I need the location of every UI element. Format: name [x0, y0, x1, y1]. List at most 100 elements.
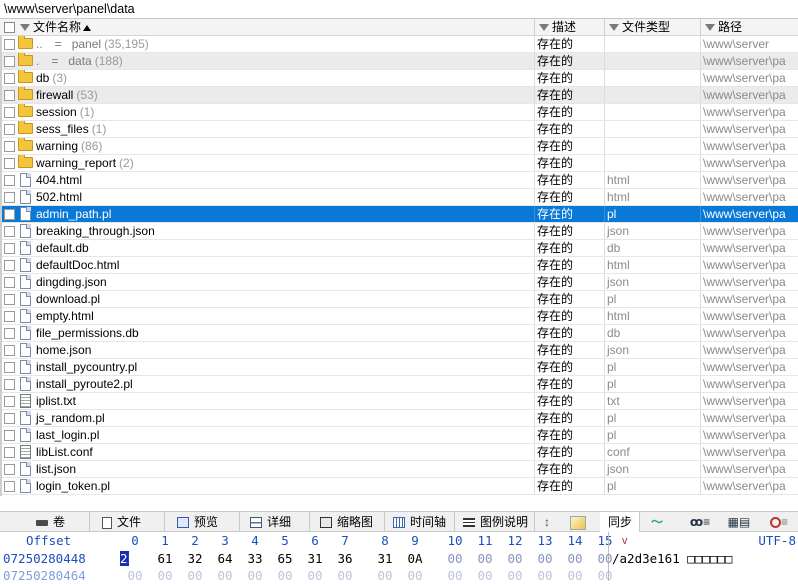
table-row[interactable]: breaking_through.json 存在的 json \www\server\… [0, 223, 798, 240]
tab-details[interactable]: 详细 [240, 512, 310, 532]
name-cell[interactable]: session (1) [0, 104, 535, 120]
name-cell[interactable]: last_login.pl [0, 427, 535, 443]
name-cell[interactable]: install_pycountry.pl [0, 359, 535, 375]
hex-byte[interactable]: 31 [300, 550, 330, 567]
row-checkbox[interactable] [4, 141, 15, 152]
hex-byte[interactable]: 00 [530, 567, 560, 584]
tab-preview[interactable]: 预览 [165, 512, 240, 532]
hex-byte[interactable]: 00 [270, 567, 300, 584]
table-row[interactable]: install_pycountry.pl 存在的 pl \www\server\pa [0, 359, 798, 376]
row-checkbox[interactable] [4, 124, 15, 135]
table-row[interactable]: admin_path.pl 存在的 pl \www\server\pa [0, 206, 798, 223]
filter-icon[interactable] [20, 24, 30, 32]
tab-legend[interactable]: 图例说明 [455, 512, 535, 532]
hex-byte[interactable]: 31 [370, 550, 400, 567]
row-checkbox[interactable] [4, 90, 15, 101]
hex-byte[interactable]: 00 [470, 567, 500, 584]
hex-byte[interactable]: 65 [270, 550, 300, 567]
table-row[interactable]: file_permissions.db 存在的 db \www\server\pa [0, 325, 798, 342]
hex-byte[interactable]: 00 [470, 550, 500, 567]
row-checkbox[interactable] [4, 311, 15, 322]
hex-byte[interactable]: 00 [330, 567, 360, 584]
row-checkbox[interactable] [4, 158, 15, 169]
name-cell[interactable]: warning_report (2) [0, 155, 535, 171]
table-row[interactable]: default.db 存在的 db \www\server\pa [0, 240, 798, 257]
table-row[interactable]: warning (86) 存在的 \www\server\pa [0, 138, 798, 155]
hex-byte[interactable]: 00 [370, 567, 400, 584]
name-cell[interactable]: install_pyroute2.pl [0, 376, 535, 392]
options-button[interactable]: ▦▤ [724, 514, 754, 530]
hex-byte[interactable]: 2F [120, 550, 140, 567]
hex-byte[interactable]: 00 [400, 567, 430, 584]
encoding-label[interactable]: UTF-8 [700, 532, 796, 550]
hex-byte[interactable]: 00 [210, 567, 240, 584]
hex-byte[interactable]: 00 [560, 567, 590, 584]
search-folder-button[interactable] [567, 514, 589, 530]
table-row[interactable]: home.json 存在的 json \www\server\pa [0, 342, 798, 359]
name-cell[interactable]: iplist.txt [0, 393, 535, 409]
hex-byte[interactable]: 00 [150, 567, 180, 584]
table-row[interactable]: db (3) 存在的 \www\server\pa [0, 70, 798, 87]
hex-byte[interactable]: 32 [180, 550, 210, 567]
row-checkbox[interactable] [4, 328, 15, 339]
row-checkbox[interactable] [4, 73, 15, 84]
row-checkbox[interactable] [4, 243, 15, 254]
hex-byte[interactable]: 00 [240, 567, 270, 584]
name-cell[interactable]: 404.html [0, 172, 535, 188]
row-checkbox[interactable] [4, 56, 15, 67]
column-header-desc[interactable]: 描述 [535, 19, 605, 35]
name-cell[interactable]: db (3) [0, 70, 535, 86]
binoculars-button[interactable]: ꝏ≡ [682, 514, 718, 530]
name-cell[interactable]: download.pl [0, 291, 535, 307]
sync-button[interactable]: 同步 [600, 512, 640, 532]
name-cell[interactable]: 502.html [0, 189, 535, 205]
hex-byte[interactable]: 61 [150, 550, 180, 567]
row-checkbox[interactable] [4, 481, 15, 492]
table-row[interactable]: install_pyroute2.pl 存在的 pl \www\server\pa [0, 376, 798, 393]
table-row[interactable]: libList.conf 存在的 conf \www\server\pa [0, 444, 798, 461]
row-checkbox[interactable] [4, 379, 15, 390]
tab-volume[interactable]: 卷 [0, 512, 90, 532]
hex-byte[interactable]: 00 [500, 567, 530, 584]
table-row[interactable]: sess_files (1) 存在的 \www\server\pa [0, 121, 798, 138]
table-row[interactable]: 502.html 存在的 html \www\server\pa [0, 189, 798, 206]
filter-icon[interactable] [539, 24, 549, 32]
name-cell[interactable]: defaultDoc.html [0, 257, 535, 273]
row-checkbox[interactable] [4, 107, 15, 118]
row-checkbox[interactable] [4, 413, 15, 424]
table-row[interactable]: last_login.pl 存在的 pl \www\server\pa [0, 427, 798, 444]
row-checkbox[interactable] [4, 464, 15, 475]
name-cell[interactable]: libList.conf [0, 444, 535, 460]
table-row[interactable]: login_token.pl 存在的 pl \www\server\pa [0, 478, 798, 495]
row-checkbox[interactable] [4, 447, 15, 458]
file-list[interactable]: .. = panel (35,195) 存在的 \www\server. = data (188… [0, 36, 798, 496]
table-row[interactable]: firewall (53) 存在的 \www\server\pa [0, 87, 798, 104]
hex-row[interactable]: 07250280464 00 00 00 00 00 00 00 00 00 00 00 00 00 00 0… [0, 567, 798, 584]
path-bar[interactable]: \www\server\panel\data [0, 0, 798, 19]
table-row[interactable]: iplist.txt 存在的 txt \www\server\pa [0, 393, 798, 410]
hex-byte[interactable]: 64 [210, 550, 240, 567]
name-cell[interactable]: admin_path.pl [0, 206, 535, 222]
name-cell[interactable]: js_random.pl [0, 410, 535, 426]
name-cell[interactable]: home.json [0, 342, 535, 358]
name-cell[interactable]: default.db [0, 240, 535, 256]
name-cell[interactable]: .. = panel (35,195) [0, 36, 535, 52]
hex-byte[interactable]: 0A [400, 550, 430, 567]
filter-icon[interactable] [609, 24, 619, 32]
hex-byte[interactable]: 00 [440, 567, 470, 584]
hex-byte[interactable]: 00 [180, 567, 210, 584]
filter-icon[interactable] [705, 24, 715, 32]
table-row[interactable]: session (1) 存在的 \www\server\pa [0, 104, 798, 121]
row-checkbox[interactable] [4, 226, 15, 237]
table-row[interactable]: js_random.pl 存在的 pl \www\server\pa [0, 410, 798, 427]
hex-byte[interactable]: 00 [530, 550, 560, 567]
row-checkbox[interactable] [4, 277, 15, 288]
table-row[interactable]: empty.html 存在的 html \www\server\pa [0, 308, 798, 325]
row-checkbox[interactable] [4, 175, 15, 186]
hex-byte[interactable]: 36 [330, 550, 360, 567]
name-cell[interactable]: sess_files (1) [0, 121, 535, 137]
row-checkbox[interactable] [4, 396, 15, 407]
table-row[interactable]: download.pl 存在的 pl \www\server\pa [0, 291, 798, 308]
table-row[interactable]: .. = panel (35,195) 存在的 \www\server [0, 36, 798, 53]
name-cell[interactable]: list.json [0, 461, 535, 477]
